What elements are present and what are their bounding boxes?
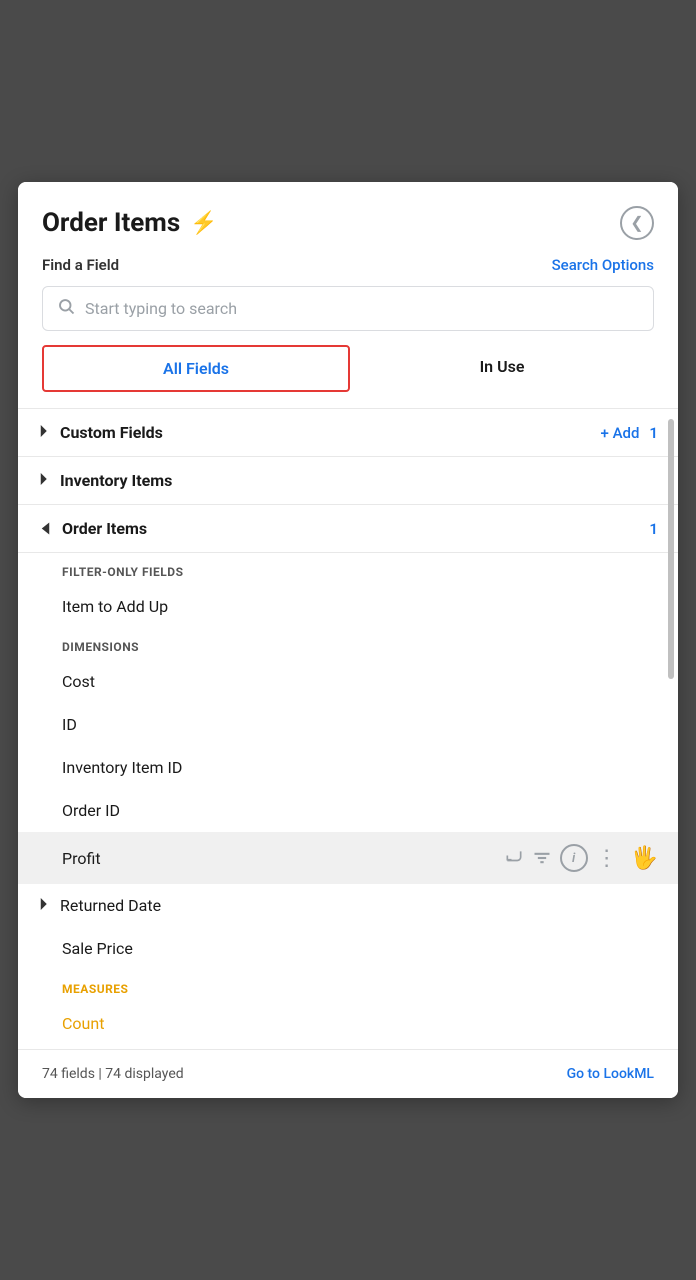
field-returned-date: Returned Date xyxy=(60,896,161,915)
header-top: Order Items ⚡ ❮ xyxy=(42,206,654,240)
list-item[interactable]: ID xyxy=(18,703,678,746)
order-items-count: 1 xyxy=(649,520,658,538)
content-wrapper: Custom Fields + Add 1 Inventory Items Or… xyxy=(18,409,678,1049)
field-count: Count xyxy=(62,1014,658,1033)
filter-icon[interactable] xyxy=(532,848,552,868)
list-item[interactable]: Profit xyxy=(18,832,678,884)
order-items-chevron xyxy=(37,523,52,535)
field-profit-actions: i ⋮ 🖐 xyxy=(504,844,658,872)
find-field-label: Find a Field xyxy=(42,256,119,274)
field-order-id: Order ID xyxy=(62,801,658,820)
return-icon[interactable] xyxy=(504,848,524,868)
field-inventory-item-id: Inventory Item ID xyxy=(62,758,658,777)
search-options-link[interactable]: Search Options xyxy=(552,256,654,274)
list-item[interactable]: Inventory Item ID xyxy=(18,746,678,789)
search-icon xyxy=(57,297,75,320)
back-button[interactable]: ❮ xyxy=(620,206,654,240)
measures-label: MEASURES xyxy=(18,970,678,1002)
tab-in-use[interactable]: In Use xyxy=(350,345,654,392)
field-cost: Cost xyxy=(62,672,658,691)
order-items-label: Order Items xyxy=(62,519,649,538)
custom-fields-add[interactable]: + Add xyxy=(601,424,640,442)
inventory-items-label: Inventory Items xyxy=(60,471,658,490)
returned-date-row[interactable]: Returned Date xyxy=(18,884,678,927)
list-item[interactable]: Sale Price xyxy=(18,927,678,970)
inventory-items-section[interactable]: Inventory Items xyxy=(18,457,678,505)
scrollbar[interactable] xyxy=(668,409,674,1049)
field-profit: Profit xyxy=(62,849,504,868)
list-item[interactable]: Item to Add Up xyxy=(18,585,678,628)
header: Order Items ⚡ ❮ Find a Field Search Opti… xyxy=(18,182,678,409)
list-item[interactable]: Cost xyxy=(18,660,678,703)
tabs-row: All Fields In Use xyxy=(42,345,654,392)
main-panel: Order Items ⚡ ❮ Find a Field Search Opti… xyxy=(18,182,678,1098)
list-item[interactable]: Count xyxy=(18,1002,678,1049)
custom-fields-label: Custom Fields xyxy=(60,423,601,442)
footer: 74 fields | 74 displayed Go to LookML xyxy=(18,1049,678,1098)
filter-only-label: FILTER-ONLY FIELDS xyxy=(18,553,678,585)
tab-all-fields[interactable]: All Fields xyxy=(42,345,350,392)
custom-fields-count: 1 xyxy=(649,424,658,442)
field-id: ID xyxy=(62,715,658,734)
back-icon: ❮ xyxy=(630,213,643,233)
lightning-icon: ⚡ xyxy=(190,211,217,236)
page-title: Order Items xyxy=(42,208,180,238)
footer-count: 74 fields | 74 displayed xyxy=(42,1066,184,1082)
go-to-lookaml-link[interactable]: Go to LookML xyxy=(567,1066,654,1082)
order-items-section[interactable]: Order Items 1 xyxy=(18,505,678,553)
find-field-row: Find a Field Search Options xyxy=(42,256,654,274)
custom-fields-section[interactable]: Custom Fields + Add 1 xyxy=(18,409,678,457)
search-box[interactable]: Start typing to search xyxy=(42,286,654,331)
list-item[interactable]: Order ID xyxy=(18,789,678,832)
custom-fields-chevron xyxy=(38,425,48,441)
more-icon[interactable]: ⋮ xyxy=(596,846,619,871)
cursor-indicator: 🖐 xyxy=(631,846,658,871)
search-placeholder: Start typing to search xyxy=(85,299,237,318)
info-letter: i xyxy=(572,851,575,866)
field-item-add-up: Item to Add Up xyxy=(62,597,658,616)
dimensions-label: DIMENSIONS xyxy=(18,628,678,660)
content-area: Custom Fields + Add 1 Inventory Items Or… xyxy=(18,409,678,1049)
info-icon[interactable]: i xyxy=(560,844,588,872)
header-title-row: Order Items ⚡ xyxy=(42,208,218,238)
returned-date-chevron xyxy=(38,898,48,914)
field-sale-price: Sale Price xyxy=(62,939,658,958)
inventory-items-chevron xyxy=(38,473,48,489)
